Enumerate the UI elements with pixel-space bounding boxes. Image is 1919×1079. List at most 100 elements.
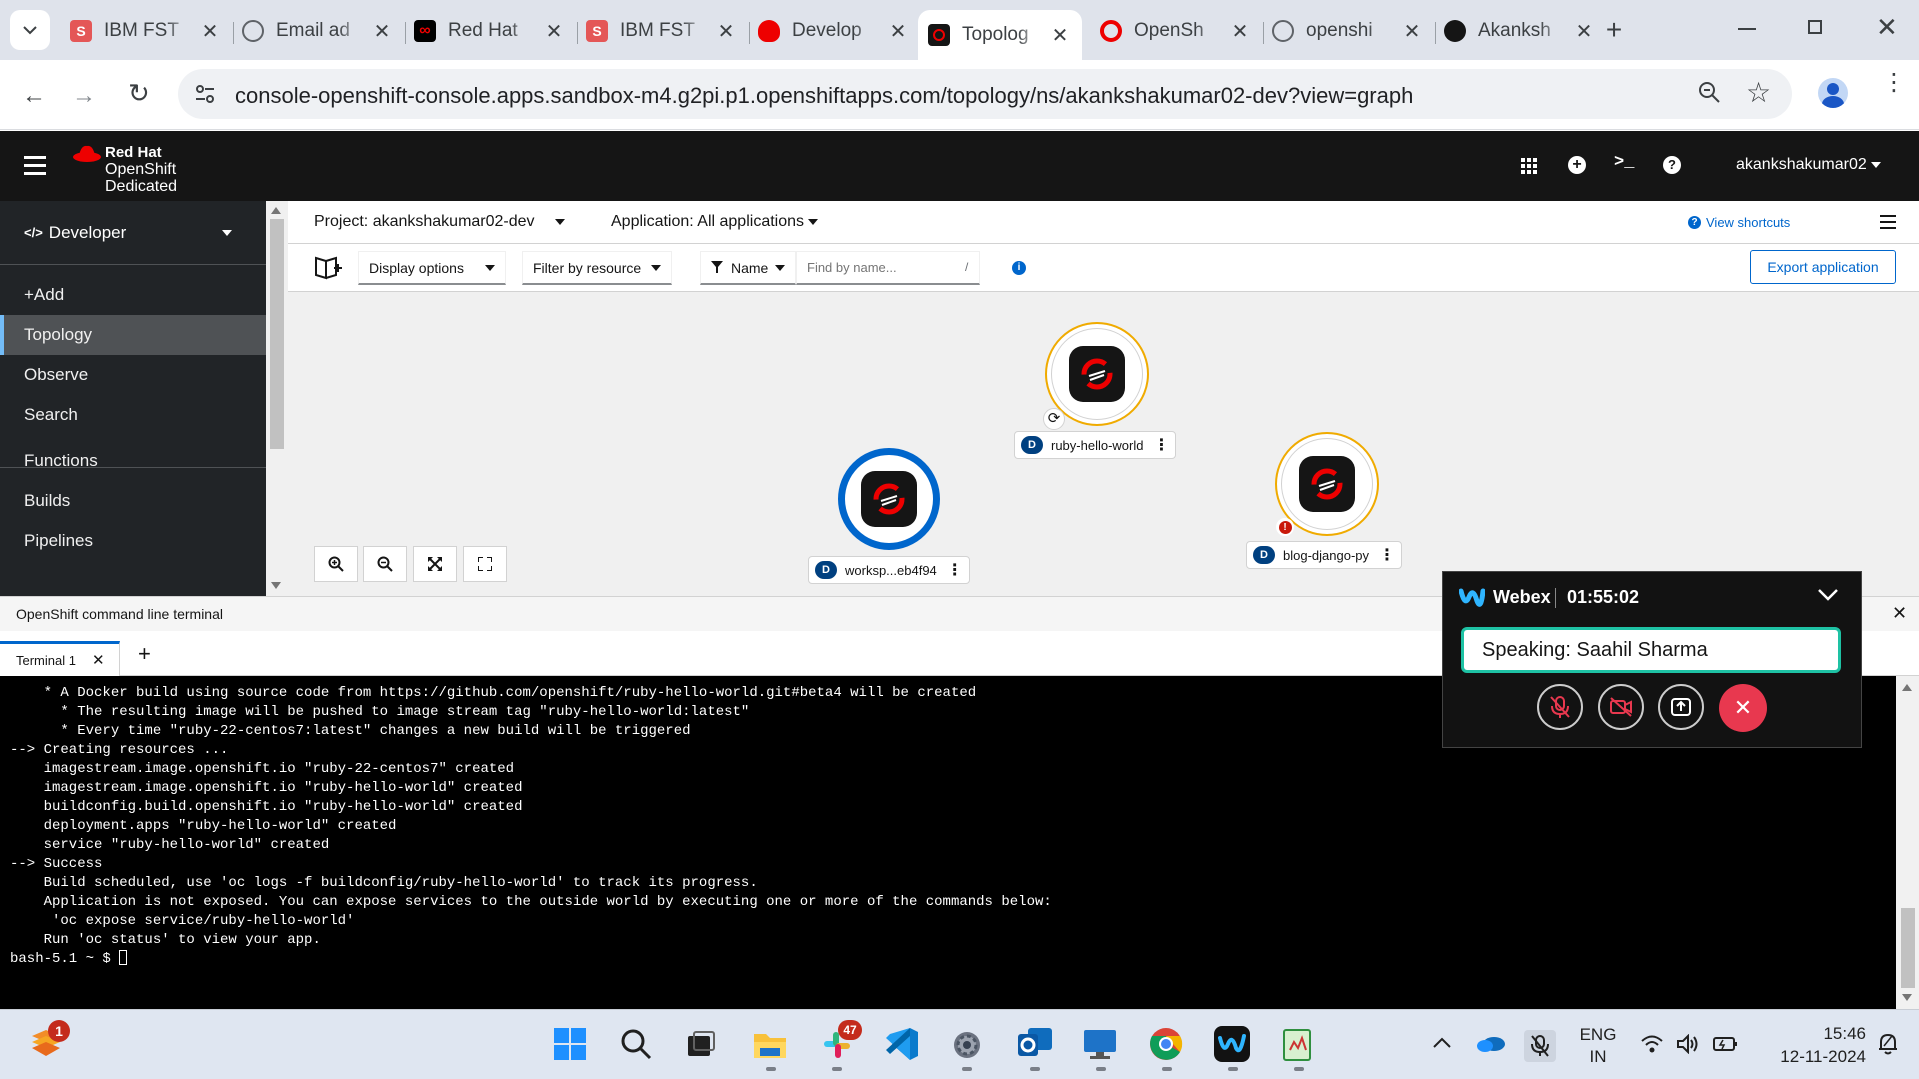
wifi-icon[interactable] xyxy=(1640,1034,1664,1059)
close-tab-icon[interactable]: ✕ xyxy=(714,19,738,44)
quick-search-icon[interactable] xyxy=(314,254,344,285)
file-explorer-icon[interactable] xyxy=(752,1028,788,1065)
battery-icon[interactable] xyxy=(1712,1034,1738,1059)
terminal-icon[interactable]: >_ xyxy=(1614,153,1634,172)
back-icon[interactable]: ← xyxy=(22,82,46,110)
sidebar-item-search[interactable]: Search xyxy=(0,395,266,435)
notepad-icon[interactable] xyxy=(1280,1026,1316,1067)
kebab-menu-icon[interactable]: ⋮ xyxy=(947,560,963,580)
leave-meeting-button[interactable]: ✕ xyxy=(1719,684,1767,732)
sidebar-item-functions[interactable]: Functions xyxy=(0,441,266,481)
microphone-muted-tray-icon[interactable] xyxy=(1524,1030,1556,1062)
hamburger-icon[interactable] xyxy=(24,156,46,175)
clock[interactable]: 15:46 12-11-2024 xyxy=(1756,1022,1866,1068)
tab-search-button[interactable] xyxy=(10,10,50,50)
video-button[interactable] xyxy=(1598,684,1644,730)
webex-taskbar-icon[interactable] xyxy=(1214,1026,1250,1067)
quick-create-icon[interactable]: + xyxy=(1568,156,1586,174)
browser-tab[interactable]: Email ad ✕ xyxy=(232,10,404,52)
browser-tab[interactable]: Akanksh ✕ xyxy=(1434,10,1606,52)
close-tab-icon[interactable]: ✕ xyxy=(542,19,566,44)
zoom-icon[interactable] xyxy=(1697,80,1721,109)
close-tab-icon[interactable]: ✕ xyxy=(92,651,105,669)
mute-button[interactable] xyxy=(1537,684,1583,730)
close-tab-icon[interactable]: ✕ xyxy=(1228,19,1252,44)
sidebar-item-pipelines[interactable]: Pipelines xyxy=(0,521,266,561)
notification-bell-icon[interactable] xyxy=(1876,1032,1900,1061)
help-icon[interactable]: ? xyxy=(1663,156,1681,174)
search-icon[interactable] xyxy=(620,1028,652,1065)
browser-tab[interactable]: openshi ✕ xyxy=(1262,10,1434,52)
terminal-tab-1[interactable]: Terminal 1 ✕ xyxy=(0,641,120,676)
project-dropdown[interactable]: Project: akankshakumar02-dev xyxy=(314,213,565,231)
reset-view-button[interactable] xyxy=(463,546,507,582)
app-launcher-icon[interactable] xyxy=(1521,158,1537,179)
name-filter-dropdown[interactable]: Name xyxy=(700,251,796,285)
application-dropdown[interactable]: Application: All applications xyxy=(611,213,819,231)
close-tab-icon[interactable]: ✕ xyxy=(1572,19,1596,44)
webex-meeting-panel[interactable]: Webex 01:55:02 Speaking: Saahil Sharma ✕ xyxy=(1442,571,1862,748)
profile-avatar[interactable] xyxy=(1818,78,1848,108)
url-text[interactable]: console-openshift-console.apps.sandbox-m… xyxy=(235,83,1413,109)
user-menu[interactable]: akankshakumar02 xyxy=(1736,156,1881,174)
close-tab-icon[interactable]: ✕ xyxy=(198,19,222,44)
share-button[interactable] xyxy=(1658,684,1704,730)
export-application-button[interactable]: Export application xyxy=(1750,250,1896,284)
close-terminal-icon[interactable]: ✕ xyxy=(1892,603,1907,624)
vscode-icon[interactable] xyxy=(884,1026,920,1067)
onedrive-icon[interactable] xyxy=(1476,1034,1506,1057)
sidebar-item-add[interactable]: +Add xyxy=(0,275,266,315)
close-tab-icon[interactable]: ✕ xyxy=(886,19,910,44)
task-view-icon[interactable] xyxy=(686,1030,716,1063)
filter-by-resource-dropdown[interactable]: Filter by resource xyxy=(522,251,672,285)
build-sync-icon[interactable]: ⟳ xyxy=(1043,408,1065,430)
sidebar-item-observe[interactable]: Observe xyxy=(0,355,266,395)
terminal-scrollbar[interactable] xyxy=(1896,676,1919,1009)
node-label-workspace[interactable]: D worksp...eb4f94 ⋮ xyxy=(808,556,970,584)
close-tab-icon[interactable]: ✕ xyxy=(370,19,394,44)
build-error-icon[interactable]: ! xyxy=(1276,518,1294,536)
sidebar-item-topology[interactable]: Topology xyxy=(0,315,266,355)
info-icon[interactable]: i xyxy=(1012,261,1026,275)
sidebar-item-builds[interactable]: Builds xyxy=(0,481,266,521)
browser-tab[interactable]: Develop ✕ xyxy=(748,10,920,52)
language-indicator[interactable]: ENG IN xyxy=(1578,1024,1618,1068)
browser-tab[interactable]: Topolog ✕ xyxy=(918,10,1082,60)
list-view-icon[interactable] xyxy=(1880,215,1896,229)
browser-tab[interactable]: OpenSh ✕ xyxy=(1090,10,1262,52)
forward-icon[interactable]: → xyxy=(72,82,96,110)
kebab-menu-icon[interactable]: ⋮ xyxy=(1379,545,1395,565)
minimize-icon[interactable] xyxy=(1738,28,1756,30)
bookmark-star-icon[interactable]: ☆ xyxy=(1746,76,1771,109)
settings-gear-icon[interactable] xyxy=(950,1028,984,1067)
restore-icon[interactable] xyxy=(1808,20,1822,34)
sidebar-scrollbar[interactable] xyxy=(266,201,288,596)
fit-to-screen-button[interactable] xyxy=(413,546,457,582)
close-tab-icon[interactable]: ✕ xyxy=(1048,23,1072,48)
node-workspace[interactable] xyxy=(838,448,940,550)
remote-desktop-icon[interactable] xyxy=(1082,1028,1118,1065)
chrome-menu-icon[interactable]: ⋮ xyxy=(1882,71,1906,95)
find-by-name-input[interactable] xyxy=(796,251,980,285)
node-label-blog-django-py[interactable]: D blog-django-py ⋮ xyxy=(1246,541,1403,569)
zoom-in-button[interactable] xyxy=(314,546,358,582)
windows-start-icon[interactable] xyxy=(554,1028,586,1060)
close-tab-icon[interactable]: ✕ xyxy=(1400,19,1424,44)
chrome-icon[interactable] xyxy=(1148,1026,1184,1067)
window-close-icon[interactable]: ✕ xyxy=(1876,12,1898,43)
volume-icon[interactable] xyxy=(1676,1033,1700,1059)
zoom-out-button[interactable] xyxy=(363,546,407,582)
view-shortcuts-link[interactable]: ? View shortcuts xyxy=(1688,215,1790,230)
add-terminal-tab-button[interactable]: + xyxy=(138,641,151,667)
kebab-menu-icon[interactable]: ⋮ xyxy=(1153,435,1169,455)
browser-tab[interactable]: S IBM FST ✕ xyxy=(576,10,748,52)
display-options-dropdown[interactable]: Display options xyxy=(358,251,506,285)
browser-tab[interactable]: ∞ Red Hat ✕ xyxy=(404,10,576,52)
site-info-icon[interactable] xyxy=(194,84,216,104)
node-label-ruby-hello-world[interactable]: D ruby-hello-world ⋮ xyxy=(1014,431,1177,459)
browser-tab[interactable]: S IBM FST ✕ xyxy=(60,10,232,52)
outlook-icon[interactable] xyxy=(1016,1024,1054,1067)
show-hidden-icons-chevron[interactable] xyxy=(1432,1036,1452,1054)
reload-icon[interactable]: ↻ xyxy=(128,78,150,109)
collapse-chevron-icon[interactable] xyxy=(1817,588,1839,607)
